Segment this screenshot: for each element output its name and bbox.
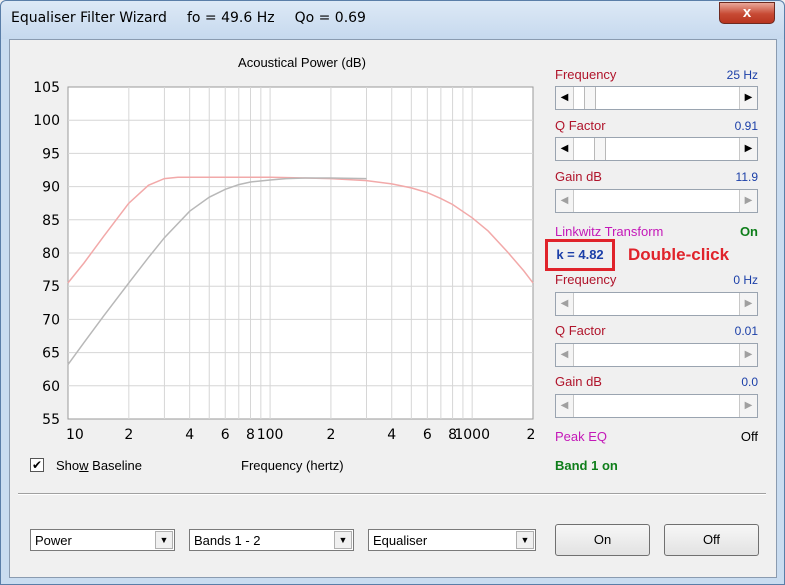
x-tick-label: 6 <box>221 427 230 443</box>
y-tick-label: 60 <box>42 379 60 395</box>
x-tick-label: 10 <box>66 427 84 443</box>
y-tick-label: 55 <box>42 412 60 428</box>
band2-gain-label: Gain dB <box>555 374 602 389</box>
power-select[interactable]: Power ▼ <box>30 529 175 551</box>
window-title-name: Equaliser Filter Wizard <box>11 10 167 26</box>
right-arrow-icon[interactable]: ▶ <box>739 293 757 315</box>
left-arrow-icon[interactable]: ◀ <box>556 87 574 109</box>
right-arrow-icon[interactable]: ▶ <box>739 190 757 212</box>
mode-select[interactable]: Equaliser ▼ <box>368 529 536 551</box>
dialog-client: Acoustical Power (dB) 105 100 95 90 85 80 75 70… <box>9 39 777 578</box>
peak-eq-label[interactable]: Peak EQ <box>555 429 607 444</box>
band1-gain-label: Gain dB <box>555 169 602 184</box>
divider <box>18 493 766 495</box>
right-arrow-icon[interactable]: ▶ <box>739 87 757 109</box>
right-arrow-icon[interactable]: ▶ <box>739 344 757 366</box>
bands-select[interactable]: Bands 1 - 2 ▼ <box>189 529 354 551</box>
on-button[interactable]: On <box>555 524 650 556</box>
y-tick-label: 65 <box>42 346 60 362</box>
close-icon: x <box>742 4 752 21</box>
x-tick-label: 1000 <box>454 427 490 443</box>
band2-frequency-value: 0 Hz <box>733 273 758 287</box>
left-arrow-icon[interactable]: ◀ <box>556 190 574 212</box>
left-arrow-icon[interactable]: ◀ <box>556 395 574 417</box>
y-tick-label: 85 <box>42 213 60 229</box>
left-arrow-icon[interactable]: ◀ <box>556 344 574 366</box>
y-tick-label: 105 <box>33 80 60 96</box>
band1-frequency-slider[interactable]: ◀ ▶ <box>555 86 758 110</box>
linkwitz-transform-label[interactable]: Linkwitz Transform <box>555 224 663 239</box>
band1-frequency-thumb[interactable] <box>584 87 596 109</box>
band2-q-slider[interactable]: ◀ ▶ <box>555 343 758 367</box>
bands-select-value: Bands 1 - 2 <box>194 533 261 548</box>
band1-frequency-value: 25 Hz <box>726 68 758 82</box>
band1-q-slider[interactable]: ◀ ▶ <box>555 137 758 161</box>
band1-q-value: 0.91 <box>734 119 758 133</box>
mode-select-value: Equaliser <box>373 533 428 548</box>
peak-eq-status: Off <box>740 429 758 444</box>
x-tick-label: 2 <box>326 427 335 443</box>
band1-q-thumb[interactable] <box>594 138 606 160</box>
x-axis-label: Frequency (hertz) <box>241 458 344 473</box>
band2-frequency-slider[interactable]: ◀ ▶ <box>555 292 758 316</box>
chevron-down-icon[interactable]: ▼ <box>155 531 173 549</box>
x-tick-labels: 10 2 4 6 8 100 2 4 6 81000 2 <box>66 427 535 443</box>
y-tick-label: 95 <box>42 146 60 162</box>
linkwitz-transform-status: On <box>739 224 758 239</box>
qo-readout: Qo = 0.69 <box>294 10 366 26</box>
right-arrow-icon[interactable]: ▶ <box>739 395 757 417</box>
right-arrow-icon[interactable]: ▶ <box>739 138 757 160</box>
y-tick-label: 75 <box>42 279 60 295</box>
show-baseline-label[interactable]: Show Baseline <box>56 458 142 473</box>
x-tick-label: 6 <box>423 427 432 443</box>
linkwitz-k-value[interactable]: k = 4.82 <box>545 239 615 271</box>
x-tick-label: 2 <box>527 427 536 443</box>
band2-gain-value: 0.0 <box>741 375 758 389</box>
band2-gain-slider[interactable]: ◀ ▶ <box>555 394 758 418</box>
band1-q-label: Q Factor <box>555 118 606 133</box>
fo-readout: fo = 49.6 Hz <box>186 10 275 26</box>
left-arrow-icon[interactable]: ◀ <box>556 138 574 160</box>
close-button[interactable]: x <box>719 2 775 24</box>
window-title: Equaliser Filter Wizard fo = 49.6 Hz Qo = … <box>11 10 386 26</box>
band2-frequency-label: Frequency <box>555 272 617 287</box>
left-arrow-icon[interactable]: ◀ <box>556 293 574 315</box>
band1-gain-value: 11.9 <box>735 170 758 184</box>
power-chart: 105100959085807570656055 10 2 4 6 8 100 2 4 6 810… <box>33 80 535 443</box>
title-bar: Equaliser Filter Wizard fo = 49.6 Hz Qo = … <box>1 1 784 39</box>
band2-q-label: Q Factor <box>555 323 606 338</box>
baseline-label-post: Baseline <box>88 458 143 473</box>
wizard-window: Equaliser Filter Wizard fo = 49.6 Hz Qo = … <box>0 0 785 585</box>
y-tick-label: 70 <box>42 312 60 328</box>
check-icon: ✔ <box>31 458 43 472</box>
off-button[interactable]: Off <box>664 524 759 556</box>
band1-gain-slider[interactable]: ◀ ▶ <box>555 189 758 213</box>
y-tick-labels: 105 100 95 90 85 80 75 70 65 60 55 <box>33 80 60 428</box>
band2-q-value: 0.01 <box>734 324 758 338</box>
double-click-annotation: Double-click <box>628 245 730 264</box>
chevron-down-icon[interactable]: ▼ <box>516 531 534 549</box>
baseline-label-pre: Sho <box>56 458 80 473</box>
band1-frequency-label: Frequency <box>555 67 617 82</box>
y-tick-label: 90 <box>42 180 60 196</box>
y-tick-label: 80 <box>42 246 60 262</box>
x-tick-label: 2 <box>124 427 133 443</box>
show-baseline-checkbox[interactable]: ✔ <box>30 458 44 472</box>
y-tick-label: 100 <box>33 113 60 129</box>
x-tick-label: 4 <box>387 427 396 443</box>
chevron-down-icon[interactable]: ▼ <box>334 531 352 549</box>
band-status: Band 1 on <box>555 458 618 473</box>
x-tick-label: 4 <box>185 427 194 443</box>
x-tick-label: 8 <box>246 427 255 443</box>
x-tick-label: 100 <box>257 427 284 443</box>
baseline-label-accelerator: w <box>79 458 89 473</box>
power-select-value: Power <box>35 533 72 548</box>
